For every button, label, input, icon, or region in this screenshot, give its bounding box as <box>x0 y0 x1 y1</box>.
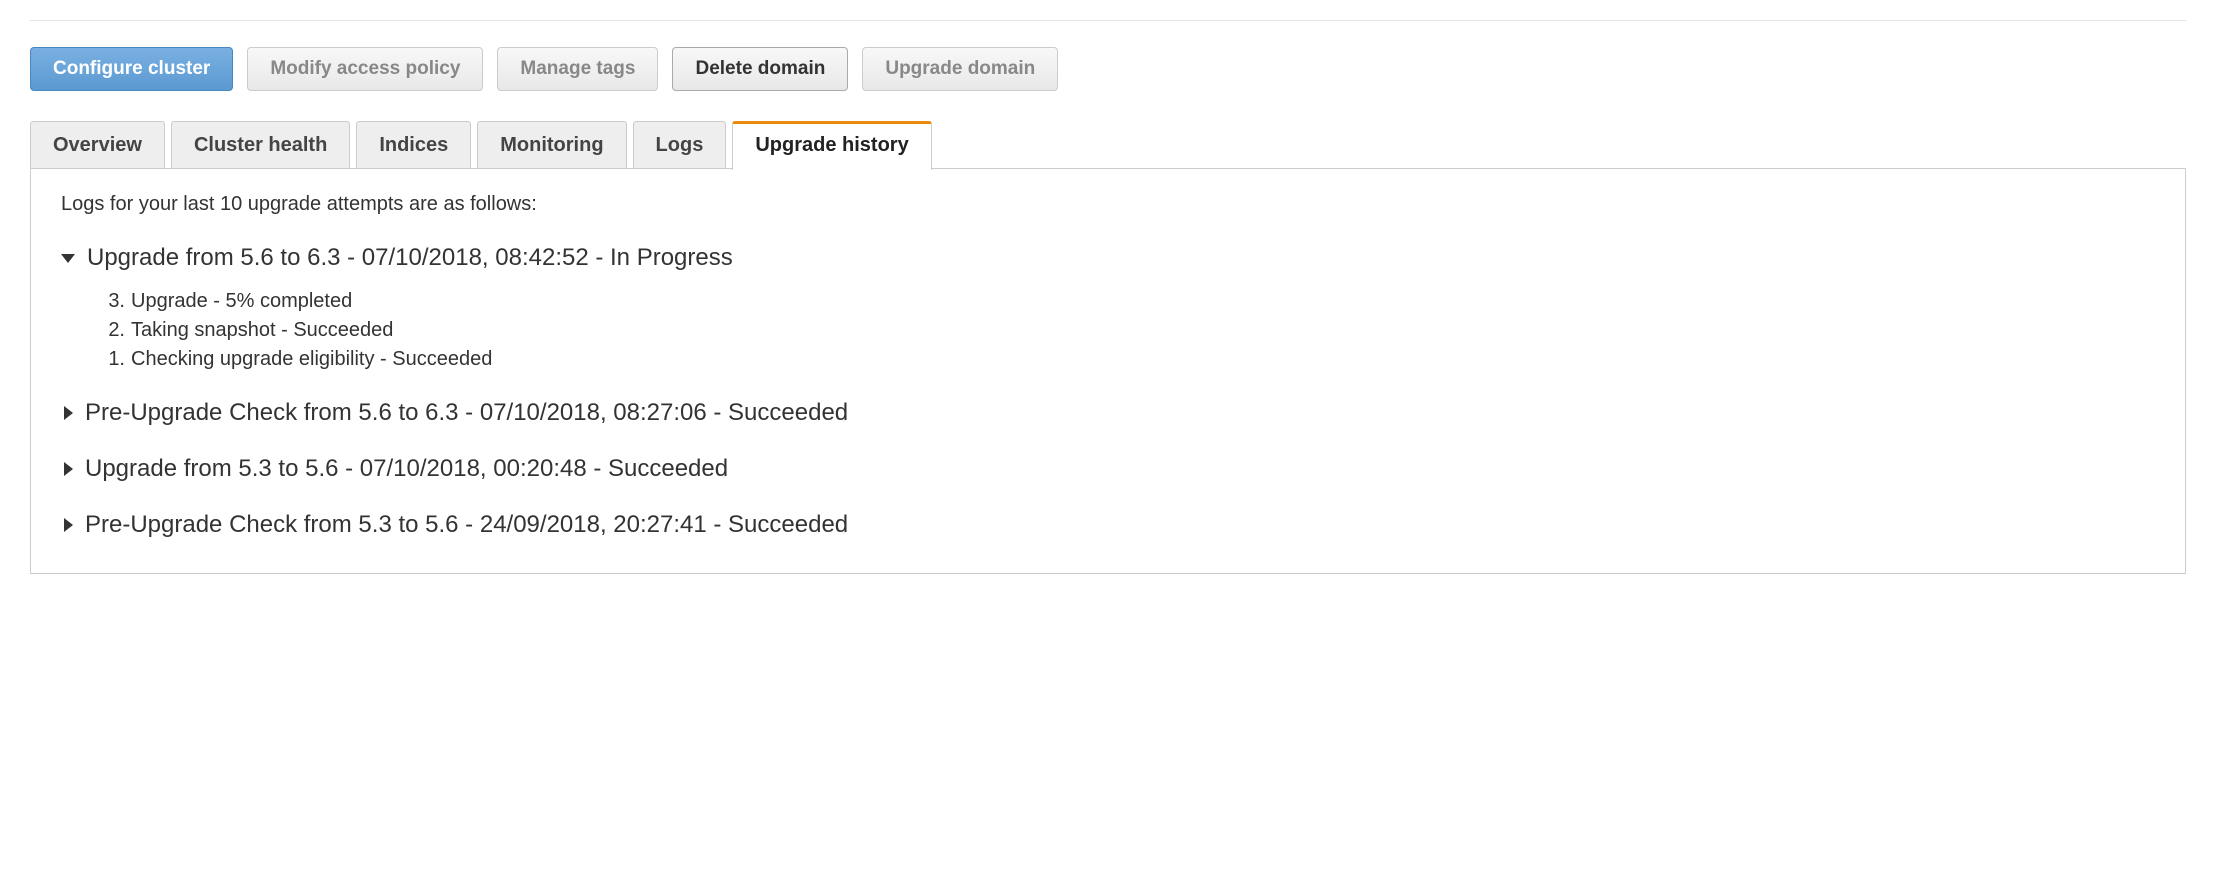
tab-bar: Overview Cluster health Indices Monitori… <box>30 121 2186 169</box>
log-header-toggle[interactable]: Upgrade from 5.6 to 6.3 - 07/10/2018, 08… <box>61 244 2155 272</box>
caret-right-icon <box>64 462 73 476</box>
intro-text: Logs for your last 10 upgrade attempts a… <box>61 193 2155 216</box>
delete-domain-button[interactable]: Delete domain <box>672 47 848 91</box>
modify-access-policy-button[interactable]: Modify access policy <box>247 47 483 91</box>
tab-logs[interactable]: Logs <box>633 121 727 169</box>
step-text: Upgrade - 5% completed <box>131 290 352 313</box>
tab-monitoring[interactable]: Monitoring <box>477 121 626 169</box>
log-title: Pre-Upgrade Check from 5.6 to 6.3 - 07/1… <box>85 399 848 427</box>
caret-down-icon <box>61 254 75 263</box>
tab-upgrade-history[interactable]: Upgrade history <box>732 121 931 170</box>
step-number: 2. <box>99 319 125 342</box>
step-number: 1. <box>99 348 125 371</box>
upgrade-domain-button[interactable]: Upgrade domain <box>862 47 1058 91</box>
step-text: Checking upgrade eligibility - Succeeded <box>131 348 492 371</box>
manage-tags-button[interactable]: Manage tags <box>497 47 658 91</box>
log-header-toggle[interactable]: Pre-Upgrade Check from 5.3 to 5.6 - 24/0… <box>61 511 2155 539</box>
log-steps: 3. Upgrade - 5% completed 2. Taking snap… <box>99 290 2155 371</box>
log-title: Upgrade from 5.3 to 5.6 - 07/10/2018, 00… <box>85 455 728 483</box>
log-header-toggle[interactable]: Upgrade from 5.3 to 5.6 - 07/10/2018, 00… <box>61 455 2155 483</box>
log-item: Upgrade from 5.3 to 5.6 - 07/10/2018, 00… <box>61 455 2155 483</box>
log-title: Pre-Upgrade Check from 5.3 to 5.6 - 24/0… <box>85 511 848 539</box>
log-step: 1. Checking upgrade eligibility - Succee… <box>99 348 2155 371</box>
log-item: Pre-Upgrade Check from 5.3 to 5.6 - 24/0… <box>61 511 2155 539</box>
log-header-toggle[interactable]: Pre-Upgrade Check from 5.6 to 6.3 - 07/1… <box>61 399 2155 427</box>
tab-overview[interactable]: Overview <box>30 121 165 169</box>
top-divider <box>30 20 2186 21</box>
caret-right-icon <box>64 518 73 532</box>
configure-cluster-button[interactable]: Configure cluster <box>30 47 233 91</box>
caret-right-icon <box>64 406 73 420</box>
step-number: 3. <box>99 290 125 313</box>
tab-cluster-health[interactable]: Cluster health <box>171 121 350 169</box>
log-item: Upgrade from 5.6 to 6.3 - 07/10/2018, 08… <box>61 244 2155 371</box>
step-text: Taking snapshot - Succeeded <box>131 319 393 342</box>
log-item: Pre-Upgrade Check from 5.6 to 6.3 - 07/1… <box>61 399 2155 427</box>
tab-indices[interactable]: Indices <box>356 121 471 169</box>
log-title: Upgrade from 5.6 to 6.3 - 07/10/2018, 08… <box>87 244 733 272</box>
tab-content-upgrade-history: Logs for your last 10 upgrade attempts a… <box>30 168 2186 574</box>
log-step: 2. Taking snapshot - Succeeded <box>99 319 2155 342</box>
action-button-bar: Configure cluster Modify access policy M… <box>30 37 2186 91</box>
log-step: 3. Upgrade - 5% completed <box>99 290 2155 313</box>
